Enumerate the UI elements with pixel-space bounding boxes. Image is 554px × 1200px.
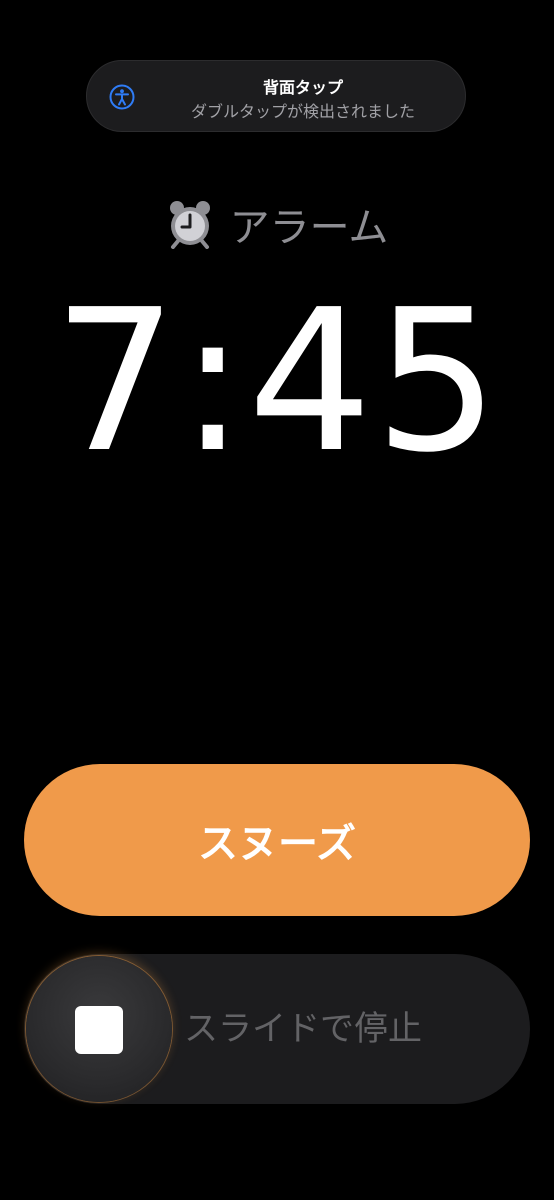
stop-icon [75, 1006, 123, 1054]
back-tap-notification-banner[interactable]: 背面タップ ダブルタップが検出されました [86, 60, 466, 132]
slide-to-stop-track[interactable]: スライドで停止 [24, 954, 530, 1104]
slide-to-stop-handle[interactable] [26, 956, 172, 1102]
snooze-label: スヌーズ [198, 821, 356, 867]
alarm-time: 7:45 [52, 268, 502, 496]
snooze-button[interactable]: スヌーズ [24, 764, 530, 916]
banner-subtitle: ダブルタップが検出されました [190, 102, 415, 121]
alarm-label: アラーム [229, 205, 389, 251]
alarm-clock-icon [169, 201, 210, 249]
alarm-header: アラーム [0, 196, 554, 252]
slide-to-stop-label: スライドで停止 [184, 1009, 422, 1049]
banner-title: 背面タップ [262, 78, 343, 97]
